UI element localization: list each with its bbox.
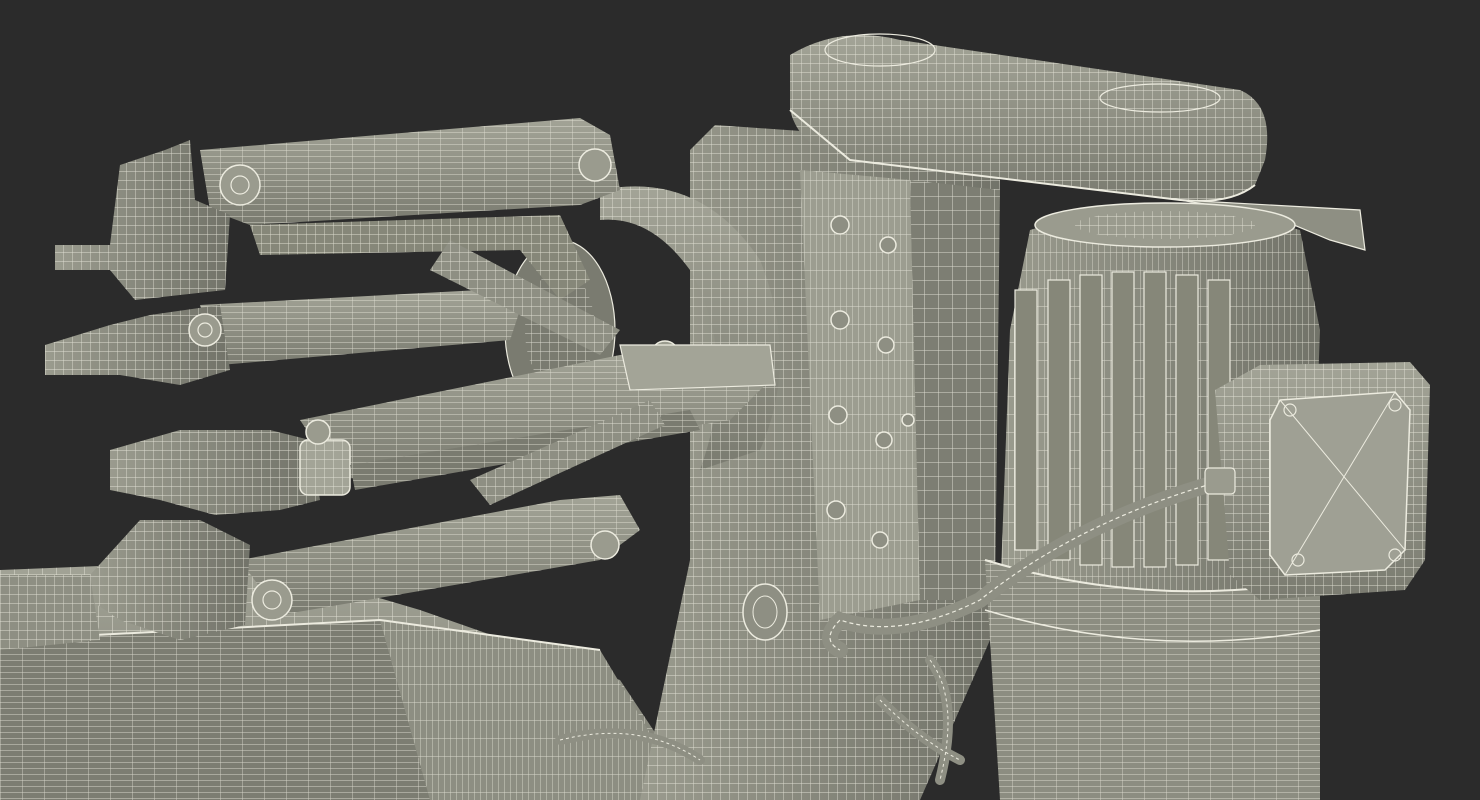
wireframe-render — [0, 0, 1480, 800]
terminal-box — [1215, 362, 1430, 600]
